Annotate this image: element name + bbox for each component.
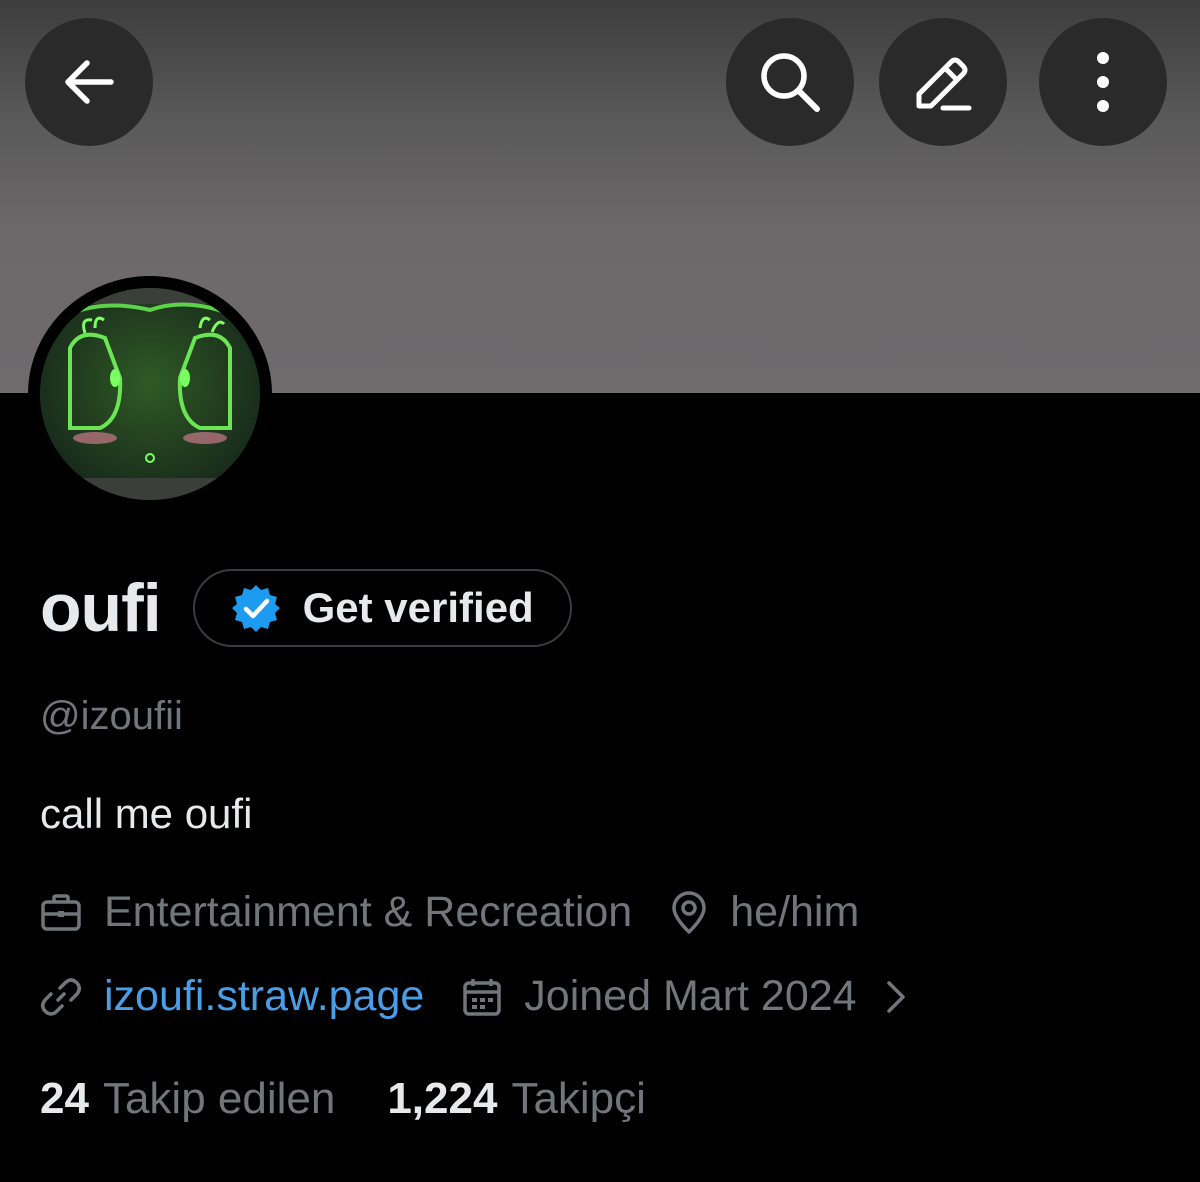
search-icon	[761, 53, 820, 112]
link-icon	[41, 977, 81, 1016]
arrow-left-icon	[65, 60, 114, 104]
verified-badge-icon	[231, 585, 280, 632]
profile-meta-row-1: Entertainment & Recreation he/him	[40, 888, 859, 937]
briefcase-icon	[41, 893, 81, 931]
search-button[interactable]	[726, 18, 854, 146]
website-link[interactable]: izoufi.straw.page	[104, 972, 424, 1021]
following-count: 24	[40, 1074, 89, 1123]
more-options-button[interactable]	[1039, 18, 1167, 146]
back-button[interactable]	[25, 18, 153, 146]
followers-link[interactable]: 1,224 Takipçi	[387, 1074, 646, 1124]
display-name: oufi	[40, 570, 162, 646]
location-item: he/him	[670, 888, 859, 937]
location-pin-icon	[672, 890, 706, 934]
website-item[interactable]: izoufi.straw.page	[40, 972, 424, 1021]
edit-icon	[916, 57, 972, 111]
avatar-image	[40, 288, 260, 500]
calendar-icon	[463, 978, 502, 1016]
followers-count: 1,224	[387, 1074, 498, 1123]
following-label: Takip edilen	[102, 1074, 336, 1123]
profile-bio: call me oufi	[40, 790, 253, 837]
profile-meta-row-2: izoufi.straw.page Joined Mart 2024	[40, 972, 907, 1021]
category-item: Entertainment & Recreation	[40, 888, 632, 937]
more-vertical-icon	[1097, 52, 1109, 112]
get-verified-label: Get verified	[302, 584, 534, 631]
profile-avatar[interactable]	[28, 276, 272, 512]
avatar	[40, 288, 260, 500]
edit-button[interactable]	[879, 18, 1007, 146]
profile-handle: @izoufii	[40, 694, 183, 738]
followers-label: Takipçi	[511, 1074, 646, 1123]
get-verified-button[interactable]: Get verified	[192, 569, 572, 647]
follow-stats: 24 Takip edilen 1,224 Takipçi	[40, 1074, 646, 1124]
joined-item[interactable]: Joined Mart 2024	[462, 972, 906, 1021]
chevron-right-icon	[886, 980, 905, 1013]
location-text: he/him	[730, 888, 860, 936]
following-link[interactable]: 24 Takip edilen	[40, 1074, 335, 1124]
category-text: Entertainment & Recreation	[104, 888, 633, 936]
joined-text: Joined Mart 2024	[524, 972, 857, 1020]
